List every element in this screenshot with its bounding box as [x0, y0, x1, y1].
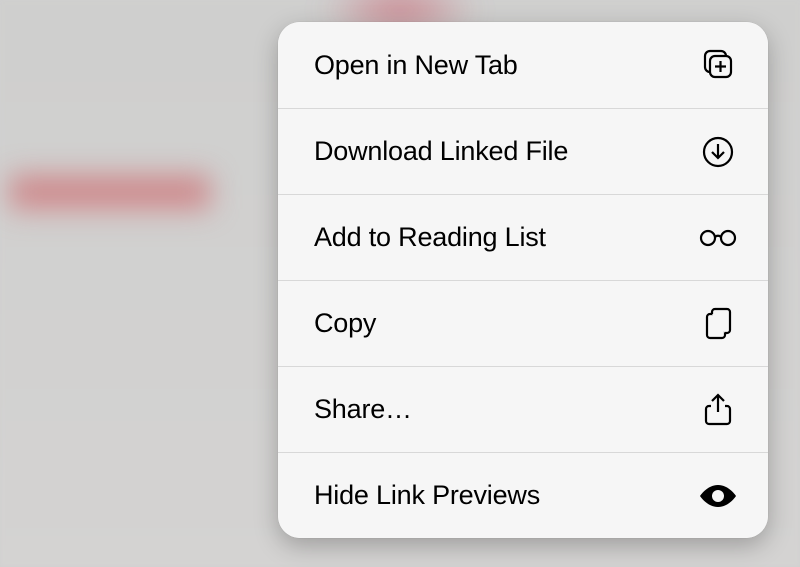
copy-icon — [698, 304, 738, 344]
download-linked-file-item[interactable]: Download Linked File — [278, 108, 768, 194]
menu-item-label: Add to Reading List — [314, 222, 546, 253]
menu-item-label: Open in New Tab — [314, 50, 518, 81]
new-tab-icon — [698, 45, 738, 85]
context-menu: Open in New Tab Download Linked File Add… — [278, 22, 768, 538]
hide-link-previews-item[interactable]: Hide Link Previews — [278, 452, 768, 538]
background-blur-stripe — [10, 175, 210, 209]
eye-icon — [698, 476, 738, 516]
copy-item[interactable]: Copy — [278, 280, 768, 366]
menu-item-label: Share… — [314, 394, 412, 425]
download-icon — [698, 132, 738, 172]
glasses-icon — [698, 218, 738, 258]
open-new-tab-item[interactable]: Open in New Tab — [278, 22, 768, 108]
menu-item-label: Download Linked File — [314, 136, 568, 167]
menu-item-label: Copy — [314, 308, 376, 339]
add-to-reading-list-item[interactable]: Add to Reading List — [278, 194, 768, 280]
menu-item-label: Hide Link Previews — [314, 480, 540, 511]
share-icon — [698, 390, 738, 430]
share-item[interactable]: Share… — [278, 366, 768, 452]
